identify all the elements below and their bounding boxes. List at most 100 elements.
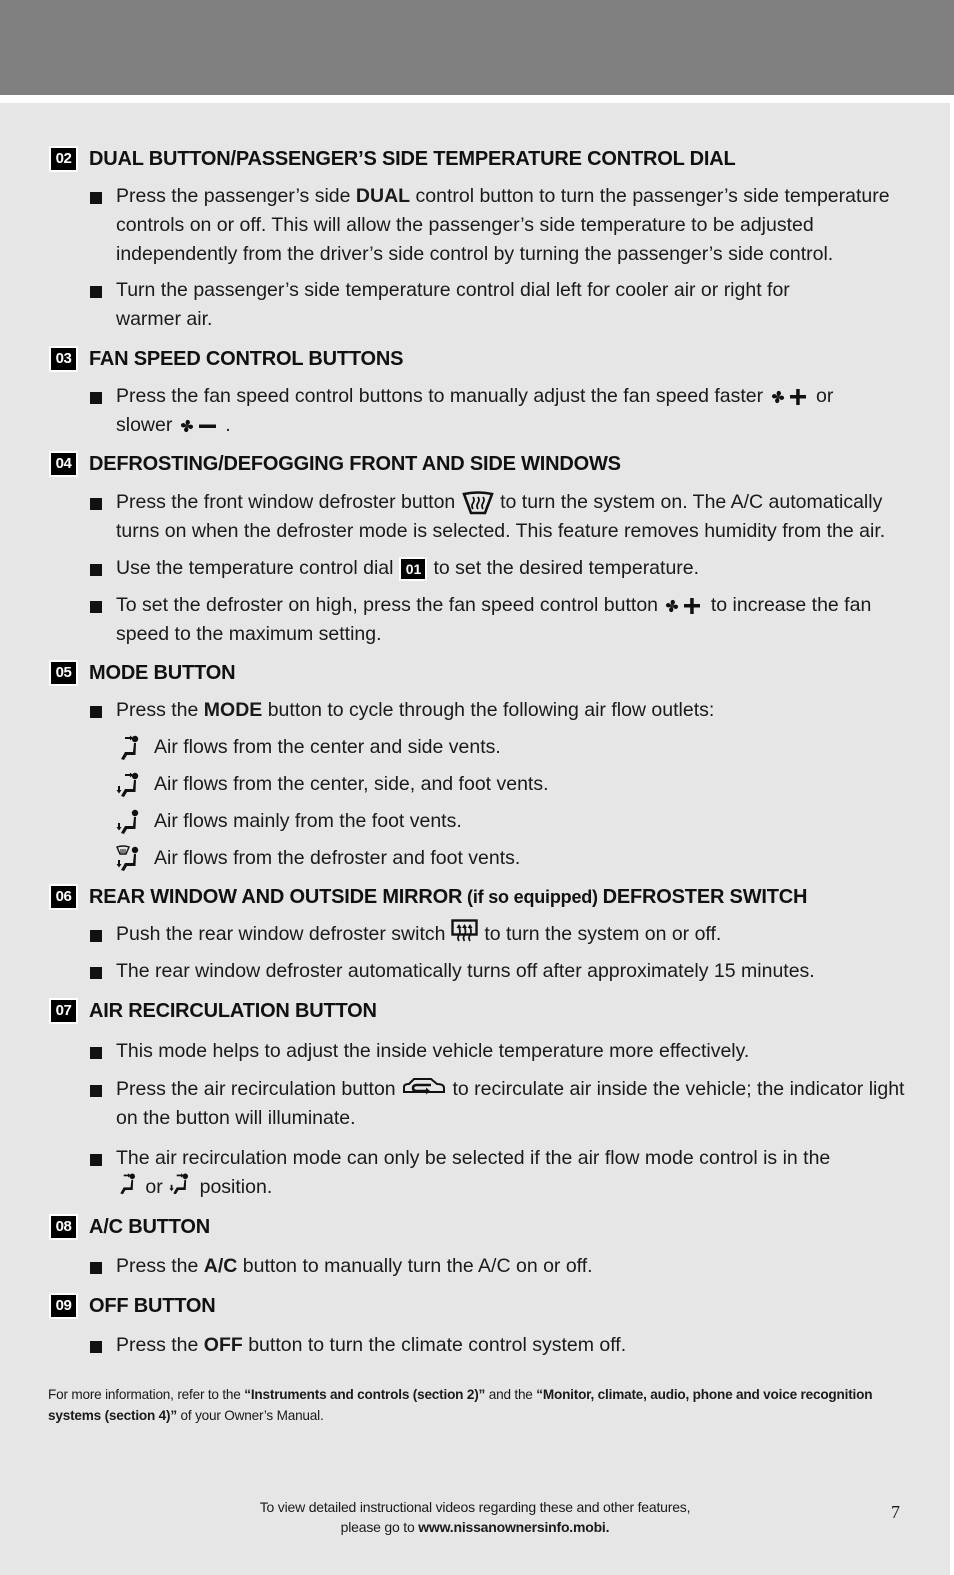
section-number-badge: 02 (49, 146, 78, 172)
section-number-badge: 07 (49, 998, 78, 1024)
fan-plus-icon (771, 388, 806, 405)
section-heading-03: 03 FAN SPEED CONTROL BUTTONS (49, 346, 403, 372)
bullet-item: To set the defroster on high, press the … (90, 591, 890, 649)
reference-badge: 01 (399, 556, 428, 581)
bullet-item: Press the OFF button to turn the climate… (90, 1331, 910, 1360)
mode-description: Air flows from the center, side, and foo… (154, 773, 549, 795)
bullet-text: Press the (116, 699, 204, 721)
section-title: AIR RECIRCULATION BUTTON (89, 999, 377, 1022)
section-heading-02: 02 DUAL BUTTON/PASSENGER’S SIDE TEMPERAT… (49, 146, 736, 172)
section-number-badge: 04 (49, 451, 78, 477)
section-heading-08: 08 A/C BUTTON (49, 1214, 210, 1240)
bullet-square-icon (90, 1154, 102, 1166)
section-heading-07: 07 AIR RECIRCULATION BUTTON (49, 998, 377, 1024)
bullet-item: Press the A/C button to manually turn th… (90, 1252, 910, 1281)
bullet-square-icon (90, 192, 102, 204)
vent-center-side-icon (120, 1173, 136, 1195)
bullet-item: Press the passenger’s side DUAL control … (90, 182, 910, 269)
bold-term: MODE (203, 699, 263, 721)
mode-item: Air flows from the center and side vents… (116, 733, 501, 762)
bullet-text: position. (194, 1176, 273, 1198)
mode-description: Air flows from the center and side vents… (154, 736, 501, 758)
bullet-text: button to manually turn the A/C on or of… (237, 1255, 593, 1277)
bullet-square-icon (90, 564, 102, 576)
section-heading-06: 06 REAR WINDOW AND OUTSIDE MIRROR (if so… (49, 884, 807, 910)
vent-defrost-foot-icon (116, 844, 139, 871)
bullet-square-icon (90, 706, 102, 718)
header-band (0, 0, 954, 95)
bullet-text: Use the temperature control dial (116, 557, 394, 579)
footnote-text: and the (485, 1387, 537, 1402)
bullet-square-icon (90, 967, 102, 979)
footnote-text: For more information, refer to the (48, 1387, 245, 1402)
bullet-text: . (219, 414, 231, 436)
bullet-text: Press the passenger’s side (116, 185, 356, 207)
section-title: MODE BUTTON (89, 661, 236, 684)
bullet-text: to turn the system on or off. (484, 923, 722, 945)
bullet-text: Press the (116, 1255, 204, 1277)
bullet-text: To set the defroster on high, press the … (116, 594, 659, 616)
section-number-badge: 09 (49, 1293, 78, 1319)
bullet-text: This mode helps to adjust the inside veh… (116, 1040, 750, 1062)
section-title: DEFROSTING/DEFOGGING FRONT AND SIDE WIND… (89, 452, 621, 475)
section-number-badge: 08 (49, 1214, 78, 1240)
bullet-item: Use the temperature control dial 01 to set… (90, 554, 910, 583)
section-number-badge: 06 (49, 884, 78, 910)
bullet-item: The rear window defroster automatically … (90, 957, 910, 986)
mode-item: Air flows mainly from the foot vents. (116, 807, 462, 836)
section-number-badge: 03 (49, 346, 78, 372)
footer-text: please go to (340, 1519, 419, 1535)
mode-description: Air flows mainly from the foot vents. (154, 810, 462, 832)
section-title-part: DEFROSTER SWITCH (602, 885, 808, 908)
section-title: DUAL BUTTON/PASSENGER’S SIDE TEMPERATURE… (89, 147, 736, 170)
section-heading-05: 05 MODE BUTTON (49, 660, 236, 686)
header-divider (0, 95, 954, 103)
bullet-text: button to cycle through the following ai… (262, 699, 715, 721)
fan-minus-icon (180, 419, 216, 432)
mode-item: Air flows from the defroster and foot ve… (116, 844, 520, 873)
bullet-text: The air recirculation mode can only be s… (116, 1147, 831, 1169)
bullet-square-icon (90, 1262, 102, 1274)
bullet-item: Press the front window defroster button … (90, 488, 910, 546)
bullet-square-icon (90, 1085, 102, 1097)
section-heading-09: 09 OFF BUTTON (49, 1293, 216, 1319)
bold-term: OFF (203, 1334, 243, 1356)
footnote: For more information, refer to the “Inst… (48, 1384, 908, 1426)
bullet-text: or (140, 1176, 169, 1198)
section-title: A/C BUTTON (89, 1215, 210, 1238)
bullet-item: Press the MODE button to cycle through t… (90, 696, 910, 725)
bullet-text: Press the (116, 1334, 204, 1356)
bullet-item: Turn the passenger’s side temperature co… (90, 276, 810, 334)
bullet-text: Press the air recirculation button (116, 1078, 396, 1100)
section-title: OFF BUTTON (89, 1294, 216, 1317)
bullet-text: Press the fan speed control buttons to m… (116, 385, 764, 407)
section-heading-04: 04 DEFROSTING/DEFOGGING FRONT AND SIDE W… (49, 451, 621, 477)
vent-center-side-icon (121, 735, 139, 760)
mode-item: Air flows from the center, side, and foo… (116, 770, 549, 799)
bullet-square-icon (90, 930, 102, 942)
front-defroster-icon (461, 491, 494, 515)
fan-plus-icon (666, 597, 701, 614)
section-title-part: REAR WINDOW AND OUTSIDE MIRROR (89, 885, 463, 908)
website-link[interactable]: www.nissanownersinfo.mobi. (418, 1519, 609, 1535)
footer: To view detailed instructional videos re… (200, 1497, 750, 1537)
bullet-item: Press the air recirculation button to re… (90, 1075, 910, 1133)
footnote-text: of your Owner’s Manual. (176, 1408, 324, 1423)
bullet-text: Press the front window defroster button (116, 491, 456, 513)
bullet-text: Push the rear window defroster switch (116, 923, 446, 945)
vent-center-side-foot-icon (169, 1173, 189, 1195)
section-title-qualifier: (if so equipped) (462, 886, 603, 907)
bullet-square-icon (90, 1341, 102, 1353)
bullet-item: Push the rear window defroster switch to… (90, 919, 910, 949)
footer-text: To view detailed instructional videos re… (259, 1499, 691, 1515)
bullet-item: The air recirculation mode can only be s… (90, 1144, 870, 1202)
mode-description: Air flows from the defroster and foot ve… (154, 847, 521, 869)
air-recirculation-icon (403, 1077, 446, 1095)
rear-defroster-icon (451, 919, 478, 942)
bullet-text: button to turn the climate control syste… (242, 1334, 627, 1356)
section-number-badge: 05 (49, 660, 78, 686)
bullet-square-icon (90, 601, 102, 613)
section-title: FAN SPEED CONTROL BUTTONS (89, 347, 404, 370)
bullet-square-icon (90, 1047, 102, 1059)
bullet-text: The rear window defroster automatically … (116, 960, 815, 982)
